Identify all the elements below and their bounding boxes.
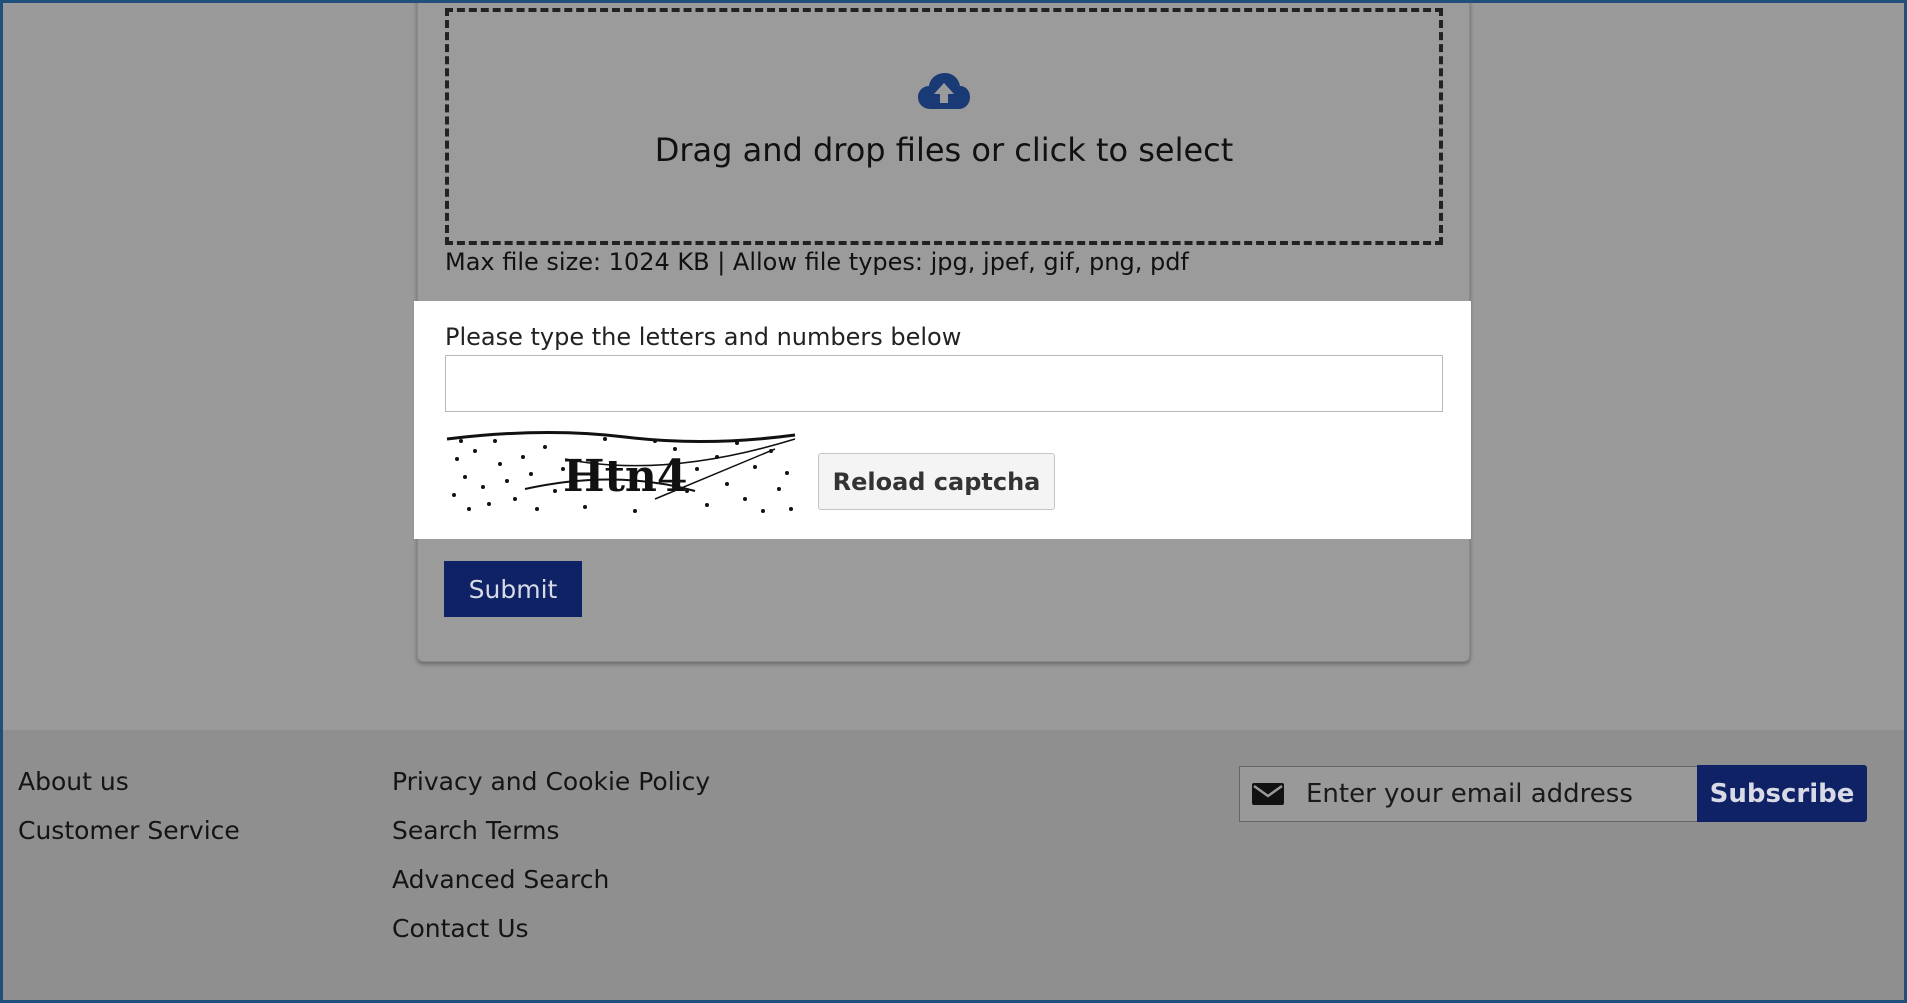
reload-captcha-button[interactable]: Reload captcha (818, 453, 1055, 510)
subscribe-button[interactable]: Subscribe (1697, 765, 1867, 822)
envelope-icon (1252, 783, 1284, 805)
captcha-text: Htn4 (563, 451, 688, 502)
site-footer: About us Customer Service Privacy and Co… (0, 730, 1907, 1003)
captcha-label: Please type the letters and numbers belo… (445, 323, 962, 351)
footer-link-privacy-cookie-policy[interactable]: Privacy and Cookie Policy (392, 767, 710, 796)
captcha-image: Htn4 (445, 429, 797, 519)
newsletter-field[interactable] (1239, 766, 1698, 822)
dropzone-text: Drag and drop files or click to select (654, 130, 1234, 169)
footer-link-about-us[interactable]: About us (18, 767, 129, 796)
footer-link-customer-service[interactable]: Customer Service (18, 816, 240, 845)
captcha-section: Please type the letters and numbers belo… (414, 301, 1471, 539)
footer-link-advanced-search[interactable]: Advanced Search (392, 865, 609, 894)
submit-button[interactable]: Submit (444, 561, 582, 617)
cloud-upload-icon (918, 72, 970, 109)
captcha-input[interactable] (445, 355, 1443, 412)
footer-link-search-terms[interactable]: Search Terms (392, 816, 559, 845)
newsletter-email-input[interactable] (1306, 779, 1686, 809)
file-constraints-text: Max file size: 1024 KB | Allow file type… (445, 248, 1189, 276)
footer-link-contact-us[interactable]: Contact Us (392, 914, 529, 943)
file-dropzone[interactable]: Drag and drop files or click to select (445, 8, 1443, 245)
